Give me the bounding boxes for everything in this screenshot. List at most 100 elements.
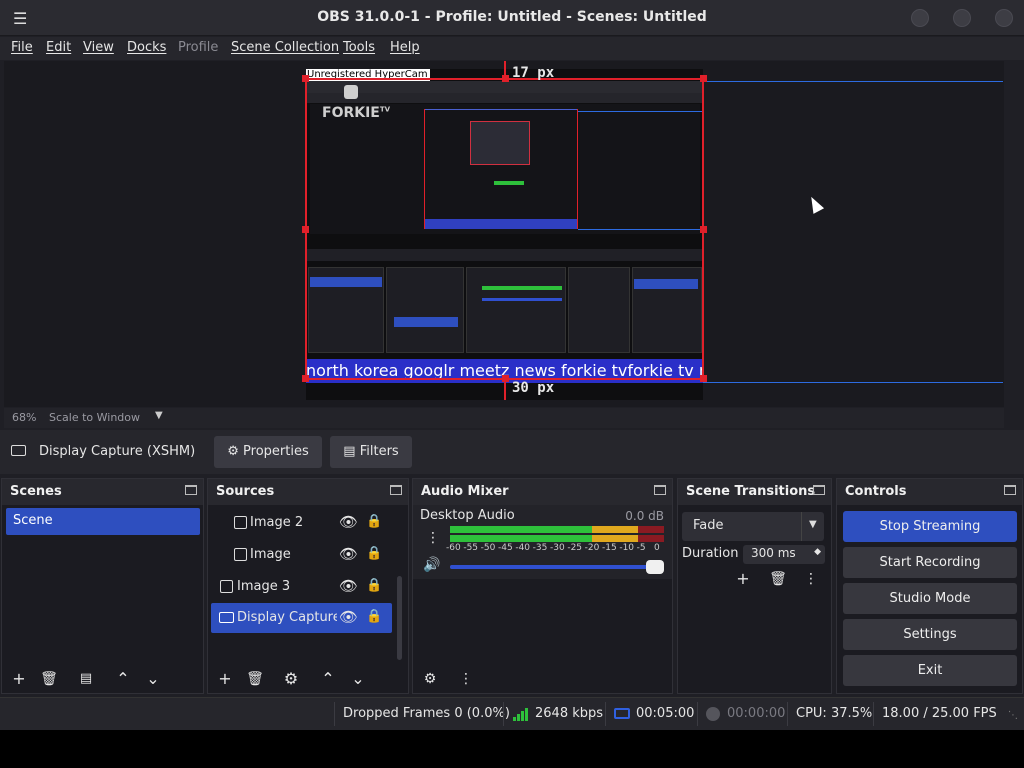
move-scene-up-icon[interactable]: ⌃ [112, 668, 134, 690]
move-source-up-icon[interactable]: ⌃ [317, 668, 339, 690]
zoom-bar: 68% Scale to Window ▼ [4, 408, 1004, 428]
popout-icon[interactable] [813, 485, 825, 495]
menu-edit[interactable]: Edit [46, 40, 71, 55]
resize-grip-icon[interactable]: ⋱ [1008, 710, 1018, 721]
image-icon [234, 548, 247, 561]
eye-icon[interactable]: 👁 [339, 545, 358, 563]
image-icon [220, 580, 233, 593]
filters-button[interactable]: ▤ Filters [330, 436, 412, 468]
fps: 18.00 / 25.00 FPS [882, 706, 997, 721]
popout-icon[interactable] [390, 485, 402, 495]
menu-profile[interactable]: Profile [178, 40, 218, 55]
menu-docks[interactable]: Docks [127, 40, 166, 55]
resize-handle-bottom-left[interactable] [302, 375, 309, 382]
start-recording-button[interactable]: Start Recording [843, 547, 1017, 578]
source-row[interactable]: Image 👁 🔒 [208, 541, 408, 569]
distance-label-bottom: 30 px [512, 380, 555, 396]
source-properties-gear-icon[interactable]: ⚙ [280, 668, 302, 690]
source-name: Image 3 [237, 579, 291, 594]
source-row[interactable]: Image 3 👁 🔒 [208, 573, 408, 601]
remove-source-icon[interactable]: 🗑 [244, 668, 266, 690]
status-separator [873, 702, 874, 726]
properties-button[interactable]: ⚙ Properties [214, 436, 322, 468]
transitions-dock-header: Scene Transitions [678, 479, 831, 505]
controls-dock-header: Controls [837, 479, 1022, 505]
spin-arrows-icon[interactable]: ◆ [814, 547, 821, 557]
nested-source-item [394, 317, 458, 327]
add-source-icon[interactable]: + [214, 668, 236, 690]
chevron-down-icon[interactable]: ▼ [809, 519, 817, 530]
resize-handle-left[interactable] [302, 226, 309, 233]
ghost-overlay [366, 331, 636, 353]
close-button[interactable] [995, 9, 1013, 27]
gear-icon: ⚙ [227, 444, 244, 459]
mixer-advanced-gear-icon[interactable]: ⚙ [419, 668, 441, 690]
monitor-icon [11, 445, 26, 456]
resize-handle-top-right[interactable] [700, 75, 707, 82]
settings-button[interactable]: Settings [843, 619, 1017, 650]
popout-icon[interactable] [654, 485, 666, 495]
resize-handle-top-left[interactable] [302, 75, 309, 82]
distance-label-top: 17 px [512, 65, 555, 81]
source-row[interactable]: Image 2 👁 🔒 [208, 509, 408, 537]
popout-icon[interactable] [1004, 485, 1016, 495]
selected-source-name: Display Capture (XSHM) [39, 444, 196, 459]
mixer-menu-icon[interactable]: ⋮ [455, 668, 477, 690]
eye-icon[interactable]: 👁 [339, 577, 358, 595]
remove-scene-icon[interactable]: 🗑 [38, 668, 60, 690]
scale-mode[interactable]: Scale to Window [49, 411, 140, 424]
duration-spinbox[interactable]: 300 ms ◆ [743, 545, 825, 564]
lock-icon[interactable]: 🔒 [366, 546, 382, 561]
eye-icon[interactable]: 👁 [339, 608, 358, 626]
nested-source-bar [306, 249, 703, 261]
scenes-dock-title: Scenes [10, 484, 62, 499]
remove-transition-icon[interactable]: 🗑 [767, 568, 789, 590]
menu-scene-collection[interactable]: Scene Collection [231, 40, 339, 55]
maximize-button[interactable] [953, 9, 971, 27]
preview-canvas[interactable]: Unregistered HyperCam 2 FORKIETV north k… [306, 69, 703, 400]
nested-meter [494, 181, 524, 185]
status-separator [787, 702, 788, 726]
duration-label: Duration [682, 546, 739, 561]
menu-help[interactable]: Help [390, 40, 420, 55]
scenes-dock: Scenes Scene + 🗑 ▤ ⌃ ⌄ [1, 478, 204, 694]
sources-scrollbar[interactable] [397, 576, 402, 660]
scene-item[interactable]: Scene [6, 508, 200, 535]
resize-handle-bottom-right[interactable] [700, 375, 707, 382]
menu-view[interactable]: View [83, 40, 114, 55]
dropped-frames: Dropped Frames 0 (0.0%) [343, 706, 510, 721]
add-transition-icon[interactable]: + [732, 568, 754, 590]
sources-dock: Sources Image 2 👁 🔒 Image 👁 🔒 Image 3 👁 … [207, 478, 409, 694]
transition-menu-icon[interactable]: ⋮ [800, 568, 822, 590]
add-scene-icon[interactable]: + [8, 668, 30, 690]
minimize-button[interactable] [911, 9, 929, 27]
popout-icon[interactable] [185, 485, 197, 495]
volume-slider[interactable] [450, 560, 664, 574]
mixer-dock-header: Audio Mixer [413, 479, 672, 505]
meter-scale-label: -55 [463, 543, 479, 553]
lock-icon[interactable]: 🔒 [366, 578, 382, 593]
stop-streaming-button[interactable]: Stop Streaming [843, 511, 1017, 542]
scene-filters-icon[interactable]: ▤ [75, 668, 97, 690]
resize-handle-right[interactable] [700, 226, 707, 233]
source-row-selected[interactable]: Display Capture ( 👁 🔒 [211, 603, 392, 633]
resize-handle-bottom[interactable] [502, 375, 509, 382]
channel-name: Desktop Audio [420, 508, 515, 523]
menu-bar: File Edit View Docks Profile Scene Colle… [0, 37, 1024, 60]
move-source-down-icon[interactable]: ⌄ [347, 668, 369, 690]
resize-handle-top[interactable] [502, 75, 509, 82]
scale-mode-chevron-icon[interactable]: ▼ [155, 410, 163, 421]
eye-icon[interactable]: 👁 [339, 513, 358, 531]
exit-button[interactable]: Exit [843, 655, 1017, 686]
menu-file[interactable]: File [11, 40, 33, 55]
lock-icon[interactable]: 🔒 [366, 514, 382, 529]
volume-slider-handle[interactable] [646, 560, 664, 574]
studio-mode-button[interactable]: Studio Mode [843, 583, 1017, 614]
speaker-icon[interactable]: 🔊 [421, 554, 443, 576]
meter-scale-label: 0 [654, 543, 660, 553]
menu-tools[interactable]: Tools [343, 40, 375, 55]
move-scene-down-icon[interactable]: ⌄ [142, 668, 164, 690]
channel-menu-icon[interactable]: ⋮ [422, 527, 444, 549]
lock-icon[interactable]: 🔒 [366, 609, 382, 624]
transition-select[interactable]: Fade ▼ [682, 512, 824, 541]
